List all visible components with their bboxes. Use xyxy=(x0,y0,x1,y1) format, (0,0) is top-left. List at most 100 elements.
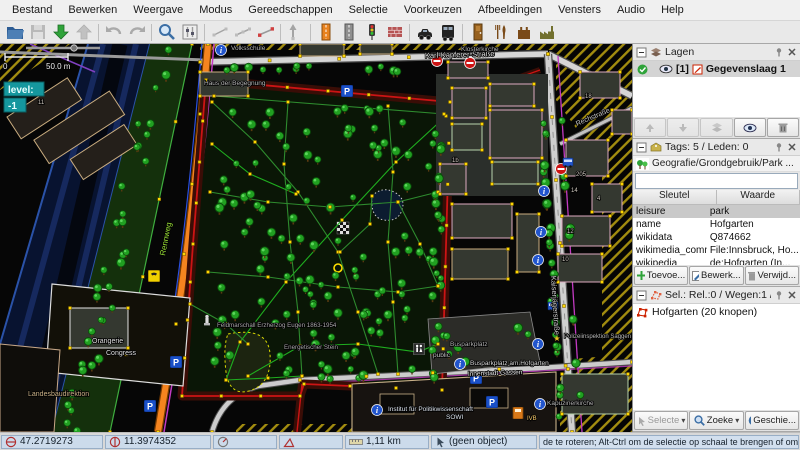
open-button[interactable] xyxy=(3,22,26,42)
preset-wall-button[interactable] xyxy=(383,22,406,42)
selection-mode-button[interactable]: Selecte ▾ xyxy=(634,411,688,430)
toolbar-separator xyxy=(98,24,99,41)
tag-delete-button[interactable]: Verwijd... xyxy=(745,266,799,285)
layer-visible-eye-icon[interactable] xyxy=(659,64,673,74)
longitude-icon xyxy=(109,436,121,448)
tag-row-wikidata[interactable]: wikidataQ874662 xyxy=(633,231,800,244)
preferences-button[interactable] xyxy=(178,22,201,42)
menu-gereedschappen[interactable]: Gereedschappen xyxy=(240,1,340,19)
selection-mode-label: Selecte xyxy=(648,415,680,426)
collapse-icon[interactable] xyxy=(636,290,647,301)
scale-start: 0 xyxy=(3,62,8,71)
layers-panel-header: Lagen xyxy=(633,44,800,61)
layer-delete-button[interactable] xyxy=(767,118,799,137)
tag-value: park xyxy=(707,206,800,217)
map-label: Landesbaudirektion xyxy=(28,391,89,398)
latitude-value: 47.2719273 xyxy=(20,436,73,447)
latitude-field: 47.2719273 xyxy=(1,435,103,449)
search-button[interactable]: Zoeke ▾ xyxy=(689,411,743,430)
layers-panel-title: Lagen xyxy=(665,46,771,58)
distance-value: 1,11 km xyxy=(366,436,401,447)
preset-row[interactable]: Geografie/Grondgebruik/Park ... xyxy=(633,156,800,172)
merge-ways-button[interactable] xyxy=(254,22,277,42)
tag-add-label: Toevoe... xyxy=(647,270,686,281)
tags-panel-title: Tags: 5 / Leden: 0 xyxy=(665,141,771,153)
tag-row-wikipedia[interactable]: wikipediade:Hofgarten (In... xyxy=(633,257,800,265)
menu-modus[interactable]: Modus xyxy=(191,1,240,19)
menu-voorkeuzen[interactable]: Voorkeuzen xyxy=(396,1,470,19)
split-way-button[interactable] xyxy=(231,22,254,42)
menu-afbeeldingen[interactable]: Afbeeldingen xyxy=(470,1,550,19)
upload-button[interactable] xyxy=(72,22,95,42)
pin-icon[interactable] xyxy=(774,142,784,152)
close-icon[interactable] xyxy=(787,142,797,152)
layer-merge-button[interactable] xyxy=(700,118,732,137)
zoom-search-button[interactable] xyxy=(155,22,178,42)
longitude-value: 11.3974352 xyxy=(124,436,176,447)
main-toolbar xyxy=(0,21,800,44)
tag-edit-button[interactable]: Bewerk... xyxy=(689,266,743,285)
preset-factory-button[interactable] xyxy=(535,22,558,42)
collapse-icon[interactable] xyxy=(636,47,647,58)
menu-weergave[interactable]: Weergave xyxy=(125,1,191,19)
close-icon[interactable] xyxy=(787,290,797,300)
layer-index: [1] xyxy=(676,63,689,75)
status-bar: 47.2719273 11.3974352 1,11 km (geen obje… xyxy=(0,432,800,450)
map-label: IVB xyxy=(527,416,537,422)
toolbar-separator xyxy=(462,24,463,41)
selection-panel-title: Sel.: Rel.:0 / Wegen:1 / Knoper xyxy=(665,289,771,301)
history-button[interactable]: Geschie... xyxy=(745,411,799,430)
heading-icon xyxy=(217,436,229,448)
follow-line-button[interactable] xyxy=(284,22,307,42)
level-value: -1 xyxy=(8,101,17,112)
preset-door-button[interactable] xyxy=(466,22,489,42)
scale-end: 50.0 m xyxy=(46,62,71,71)
layer-move-down-button[interactable] xyxy=(667,118,699,137)
menu-bestand[interactable]: Bestand xyxy=(4,1,60,19)
menu-audio[interactable]: Audio xyxy=(609,1,653,19)
layer-visibility-button[interactable] xyxy=(734,118,766,137)
map-canvas[interactable]: P i xyxy=(0,44,632,432)
longitude-field: 11.3974352 xyxy=(105,435,211,449)
redo-button[interactable] xyxy=(125,22,148,42)
tag-key: wikipedia xyxy=(633,258,707,265)
preset-car-button[interactable] xyxy=(413,22,436,42)
house-number: 18 xyxy=(585,94,592,100)
undo-button[interactable] xyxy=(102,22,125,42)
preset-traffic-signals-button[interactable] xyxy=(360,22,383,42)
menu-help[interactable]: Help xyxy=(653,1,692,19)
map-label: Haus der Begegnung xyxy=(204,80,266,87)
tag-row-name[interactable]: nameHofgarten xyxy=(633,218,800,231)
unglue-ways-button[interactable] xyxy=(208,22,231,42)
menu-vensters[interactable]: Vensters xyxy=(550,1,609,19)
toolbar-separator xyxy=(151,24,152,41)
preset-motorway-button[interactable] xyxy=(314,22,337,42)
download-button[interactable] xyxy=(49,22,72,42)
tag-add-button[interactable]: Toevoe... xyxy=(634,266,688,285)
toolbar-separator xyxy=(204,24,205,41)
tag-row-leisure[interactable]: leisurepark xyxy=(633,205,800,218)
preset-castle-button[interactable] xyxy=(512,22,535,42)
menu-bar: BestandBewerkenWeergaveModusGereedschapp… xyxy=(0,0,800,21)
save-button[interactable] xyxy=(26,22,49,42)
layer-row-data-layer[interactable]: [1] Gegevenslaag 1 xyxy=(633,61,800,77)
layer-active-check-icon[interactable] xyxy=(637,64,648,75)
heading-field xyxy=(213,435,277,449)
layer-move-up-button[interactable] xyxy=(634,118,666,137)
pin-icon[interactable] xyxy=(774,290,784,300)
menu-bewerken[interactable]: Bewerken xyxy=(60,1,125,19)
pin-icon[interactable] xyxy=(774,47,784,57)
tag-filter-input[interactable] xyxy=(635,173,798,189)
search-label: Zoeke xyxy=(707,415,733,426)
map-label: Orangerie xyxy=(92,338,123,345)
tag-key: leisure xyxy=(633,206,707,217)
preset-road-button[interactable] xyxy=(337,22,360,42)
tag-row-wikimedia_comm...[interactable]: wikimedia_comm...File:Innsbruck, Ho... xyxy=(633,244,800,257)
preset-restaurant-button[interactable] xyxy=(489,22,512,42)
close-icon[interactable] xyxy=(787,47,797,57)
menu-selectie[interactable]: Selectie xyxy=(341,1,396,19)
distance-field: 1,11 km xyxy=(345,435,429,449)
preset-bus-button[interactable] xyxy=(436,22,459,42)
collapse-icon[interactable] xyxy=(636,142,647,153)
selection-item-hofgarten[interactable]: Hofgarten (20 knopen) xyxy=(633,304,800,320)
